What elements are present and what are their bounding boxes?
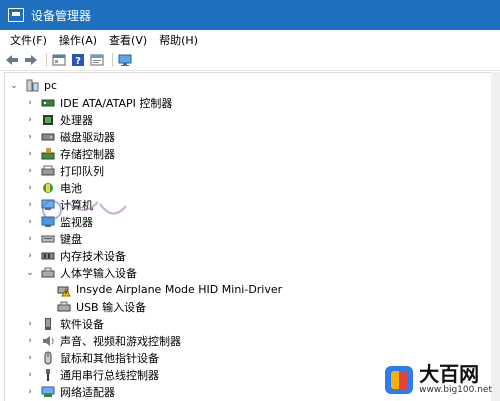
toolbar-separator [112, 53, 113, 67]
tree-item-label: 磁盘驱动器 [60, 130, 115, 144]
battery-icon [41, 182, 55, 194]
chevron-right-icon[interactable]: › [25, 183, 35, 193]
chevron-right-icon[interactable]: › [25, 149, 35, 159]
tree-item-mouse[interactable]: › 鼠标和其他指针设备 [25, 349, 159, 366]
toolbar-separator [46, 53, 47, 67]
tree-item-label: 人体学输入设备 [60, 266, 137, 280]
chevron-right-icon[interactable]: › [25, 319, 35, 329]
site-logo: 大百网 www.big100.net [385, 364, 492, 395]
chevron-right-icon[interactable]: › [25, 234, 35, 244]
device-tree: ⌄ pc › IDE ATA/ATAPI 控制器 › 处理器 › 磁盘驱动器 ›… [4, 72, 496, 401]
printer-icon [41, 165, 55, 177]
hid-device-icon [57, 301, 71, 313]
tree-item-label: IDE ATA/ATAPI 控制器 [60, 96, 173, 110]
logo-icon [385, 365, 414, 394]
disk-drive-icon [41, 131, 55, 143]
chevron-right-icon[interactable]: › [25, 166, 35, 176]
device-manager-icon [8, 8, 24, 22]
warning-device-icon [57, 284, 71, 296]
back-arrow-icon[interactable] [4, 52, 20, 68]
menu-bar: 文件(F) 操作(A) 查看(V) 帮助(H) [0, 30, 500, 50]
tree-item-network[interactable]: › 网络适配器 [25, 383, 115, 400]
monitor-icon[interactable] [117, 52, 133, 68]
tree-child-usb-input[interactable]: USB 输入设备 [57, 298, 146, 315]
chevron-right-icon[interactable]: › [25, 217, 35, 227]
menu-view[interactable]: 查看(V) [103, 32, 153, 48]
tree-item-label: 通用串行总线控制器 [60, 368, 159, 382]
tree-item-usb[interactable]: › 通用串行总线控制器 [25, 366, 159, 383]
tree-item-sound[interactable]: › 声音、视频和游戏控制器 [25, 332, 181, 349]
tree-item-computer[interactable]: › 计算机 [25, 196, 93, 213]
computer-icon [41, 199, 55, 211]
tree-item-hid[interactable]: ⌄ 人体学输入设备 [25, 264, 137, 281]
network-adapter-icon [41, 386, 55, 398]
tree-item-label: 软件设备 [60, 317, 104, 331]
chevron-right-icon[interactable]: › [25, 98, 35, 108]
tree-item-label: 键盘 [60, 232, 82, 246]
tree-item-label: 网络适配器 [60, 385, 115, 399]
tree-item-label: 内存技术设备 [60, 249, 126, 263]
tree-item-storage[interactable]: › 存储控制器 [25, 145, 115, 162]
properties-icon[interactable] [51, 52, 67, 68]
tree-child-airplane-mode[interactable]: Insyde Airplane Mode HID Mini-Driver [57, 281, 282, 298]
tree-item-label: 打印队列 [60, 164, 104, 178]
usb-icon [41, 368, 55, 381]
chevron-right-icon[interactable]: › [25, 353, 35, 363]
keyboard-icon [41, 233, 55, 245]
menu-help[interactable]: 帮助(H) [153, 32, 204, 48]
tree-item-ide[interactable]: › IDE ATA/ATAPI 控制器 [25, 94, 172, 111]
tree-item-label: 声音、视频和游戏控制器 [60, 334, 181, 348]
tree-item-printer[interactable]: › 打印队列 [25, 162, 104, 179]
tree-item-label: 存储控制器 [60, 147, 115, 161]
vertical-scrollbar[interactable] [491, 72, 500, 401]
software-device-icon [41, 317, 55, 330]
tree-child-label: USB 输入设备 [76, 300, 147, 314]
sound-icon [41, 335, 55, 347]
memory-icon [41, 250, 55, 262]
title-bar: 设备管理器 [0, 0, 500, 30]
chevron-right-icon[interactable]: › [25, 370, 35, 380]
chevron-down-icon[interactable]: ⌄ [9, 81, 19, 91]
chevron-right-icon[interactable]: › [25, 200, 35, 210]
chevron-right-icon[interactable]: › [25, 387, 35, 397]
tree-root-label: pc [44, 79, 58, 92]
tree-item-disk[interactable]: › 磁盘驱动器 [25, 128, 115, 145]
tree-item-software[interactable]: › 软件设备 [25, 315, 104, 332]
logo-name: 大百网 [419, 362, 480, 386]
tree-item-processor[interactable]: › 处理器 [25, 111, 93, 128]
tree-item-battery[interactable]: › 电池 [25, 179, 82, 196]
tree-item-label: 处理器 [60, 113, 93, 127]
svg-text:?: ? [75, 56, 81, 67]
menu-file[interactable]: 文件(F) [4, 32, 53, 48]
window-title: 设备管理器 [31, 8, 92, 23]
tree-item-label: 监视器 [60, 215, 93, 229]
tree-root-pc[interactable]: ⌄ pc [9, 77, 57, 94]
chevron-right-icon[interactable]: › [25, 251, 35, 261]
monitor-icon [41, 216, 55, 228]
chevron-right-icon[interactable]: › [25, 336, 35, 346]
chevron-right-icon[interactable]: › [25, 115, 35, 125]
mouse-icon [41, 351, 55, 364]
tree-item-label: 计算机 [60, 198, 93, 212]
processor-icon [41, 114, 55, 126]
ide-controller-icon [41, 97, 55, 109]
computer-icon [25, 79, 39, 92]
hid-icon [41, 267, 55, 279]
menu-action[interactable]: 操作(A) [53, 32, 103, 48]
tree-item-monitor[interactable]: › 监视器 [25, 213, 93, 230]
tree-item-keyboard[interactable]: › 键盘 [25, 230, 82, 247]
forward-arrow-icon[interactable] [23, 52, 39, 68]
storage-controller-icon [41, 147, 55, 160]
logo-url: www.big100.net [419, 385, 492, 395]
chevron-down-icon[interactable]: ⌄ [25, 268, 35, 278]
toolbar: ? [0, 50, 500, 71]
tree-item-memory[interactable]: › 内存技术设备 [25, 247, 126, 264]
tree-item-label: 电池 [60, 181, 82, 195]
update-driver-icon[interactable] [89, 52, 105, 68]
tree-item-label: 鼠标和其他指针设备 [60, 351, 159, 365]
chevron-right-icon[interactable]: › [25, 132, 35, 142]
help-icon[interactable]: ? [70, 52, 86, 68]
tree-child-label: Insyde Airplane Mode HID Mini-Driver [76, 283, 283, 296]
